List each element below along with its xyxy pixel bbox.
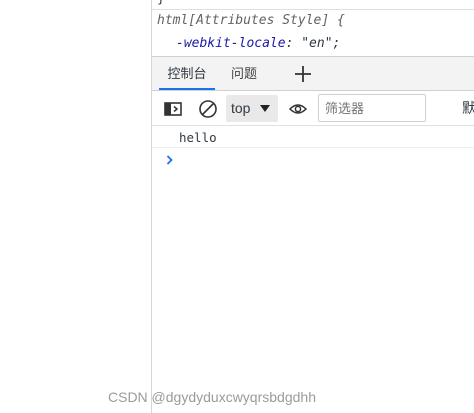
- console-output: hello: [152, 126, 474, 413]
- console-prompt[interactable]: [152, 149, 474, 171]
- tab-issues[interactable]: 问题: [224, 57, 264, 90]
- plus-icon[interactable]: [290, 61, 316, 87]
- watermark-text: CSDN @dgydyduxcwyqrsbdgdhh: [108, 389, 316, 405]
- css-declaration[interactable]: -webkit-locale: "en";: [176, 36, 340, 51]
- styles-pane: } html[Attributes Style] { -webkit-local…: [152, 0, 474, 56]
- rule-separator: [152, 9, 474, 10]
- context-selector[interactable]: top: [226, 95, 278, 122]
- log-levels-dropdown[interactable]: 默: [462, 98, 474, 118]
- css-property-value[interactable]: "en";: [301, 36, 340, 51]
- css-selector[interactable]: html[Attributes Style] {: [157, 13, 345, 28]
- chevron-right-icon: [165, 153, 175, 167]
- devtools-panel: } html[Attributes Style] { -webkit-local…: [152, 0, 474, 413]
- css-property-name[interactable]: -webkit-locale: [176, 36, 286, 51]
- console-message-text: hello: [179, 130, 217, 145]
- filter-input[interactable]: [318, 94, 426, 122]
- tab-issues-label: 问题: [230, 66, 257, 81]
- console-toolbar: top 默: [152, 91, 474, 126]
- sidebar-toggle-icon[interactable]: [163, 99, 183, 119]
- context-selector-value: top: [231, 100, 251, 116]
- previous-rule-end: }: [157, 0, 165, 6]
- live-expression-eye-icon[interactable]: [288, 99, 308, 119]
- active-tab-indicator: [159, 88, 215, 90]
- drawer-tab-bar: 控制台 问题: [152, 56, 474, 91]
- tab-console[interactable]: 控制台: [159, 57, 215, 90]
- tab-console-label: 控制台: [167, 66, 207, 81]
- page-viewport: [0, 0, 152, 413]
- clear-console-icon[interactable]: [198, 99, 218, 119]
- log-levels-label: 默: [462, 100, 474, 116]
- css-colon: :: [285, 36, 302, 51]
- caret-down-icon: [260, 105, 270, 112]
- console-message: hello: [152, 126, 474, 148]
